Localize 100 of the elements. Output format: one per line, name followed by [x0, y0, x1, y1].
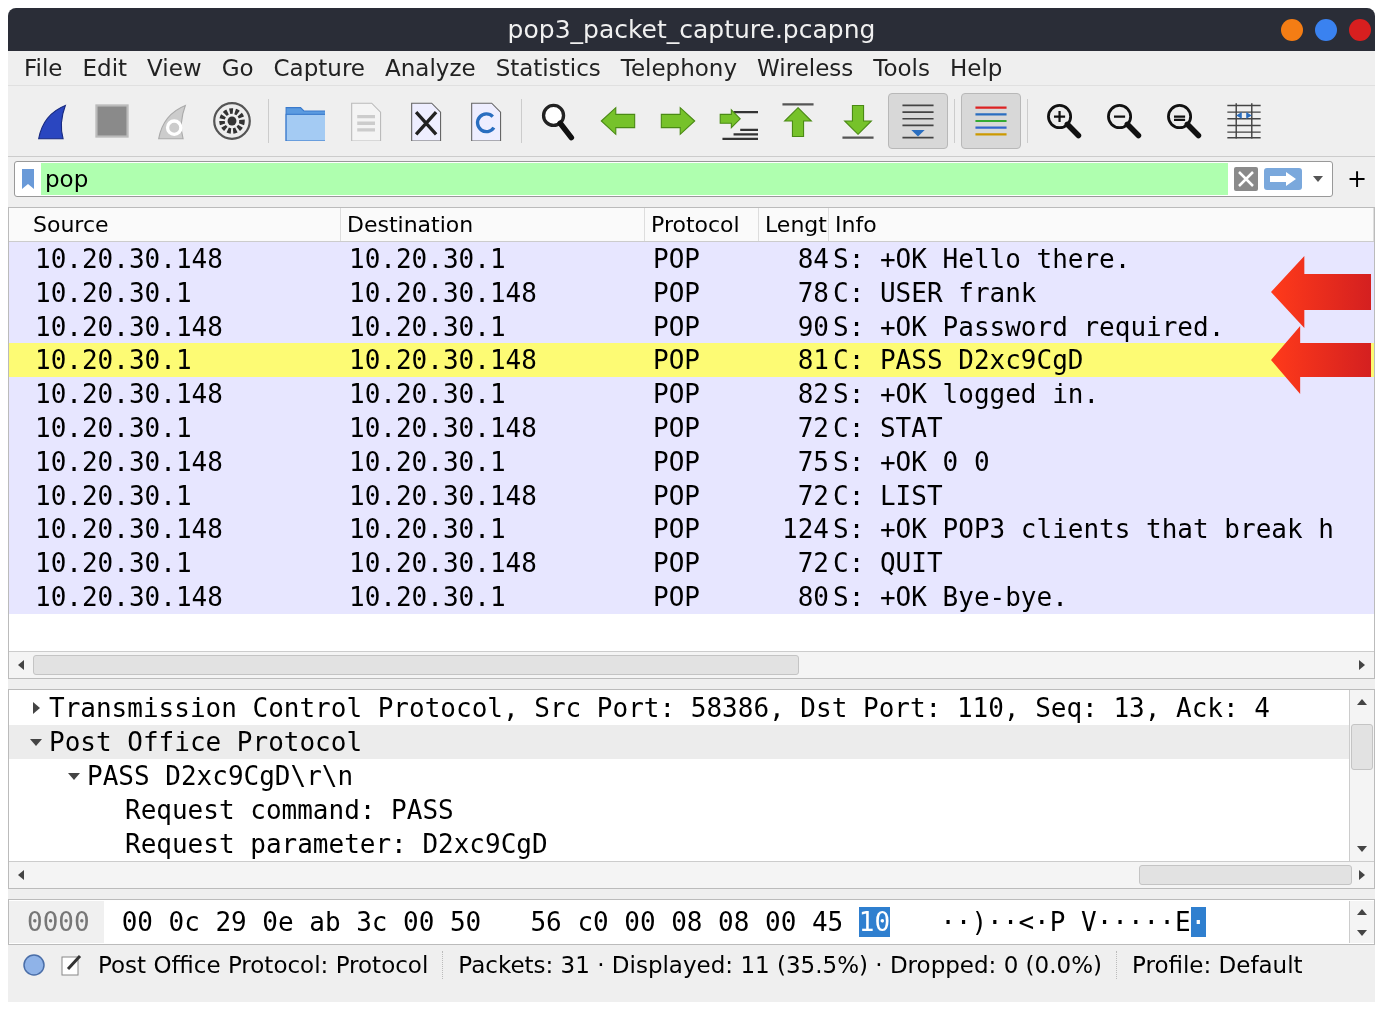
packet-row[interactable]: 10.20.30.148 10.20.30.1 POP 75 S: +OK 0 0 [9, 444, 1374, 479]
tree-row[interactable]: Post Office Protocol [9, 725, 1349, 759]
source-cell-text: 10.20.30.148 [34, 513, 224, 547]
menu-item[interactable]: View [139, 55, 214, 81]
maximize-button[interactable] [1315, 19, 1337, 41]
source-cell-text: 10.20.30.148 [34, 310, 224, 344]
destination-cell-text: 10.20.30.1 [348, 580, 507, 614]
info-cell-text: C: PASS D2xc9CgD [832, 344, 1084, 378]
packet-row[interactable]: 10.20.30.1 10.20.30.148 POP 72 C: LIST [9, 478, 1374, 513]
bookmark-icon[interactable] [21, 168, 35, 190]
menu-item[interactable]: Tools [865, 55, 942, 81]
hex-byte[interactable]: 0e [262, 907, 294, 937]
close-button[interactable] [1349, 19, 1371, 41]
packet-row[interactable]: 10.20.30.148 10.20.30.1 POP 124 S: +OK POP3 clients that break h [9, 512, 1374, 547]
destination-cell-text: 10.20.30.1 [348, 513, 507, 547]
menu-item[interactable]: Help [941, 55, 1015, 81]
protocol-cell-text: POP [652, 445, 701, 479]
packet-row[interactable]: 10.20.30.1 10.20.30.148 POP 81 C: PASS D2xc9CgD [9, 343, 1374, 378]
info-cell-text: C: STAT [832, 412, 943, 445]
tree-item-text: Post Office Protocol [49, 727, 363, 757]
profile-text[interactable]: Profile: Default [1132, 952, 1303, 978]
columns-icon [1224, 101, 1264, 141]
hex-byte[interactable]: 00 [624, 907, 656, 937]
packet-row[interactable]: 10.20.30.148 10.20.30.1 POP 84 S: +OK Hello there. [9, 242, 1374, 276]
protocol-cell-text: POP [652, 378, 701, 412]
destination-cell-text: 10.20.30.1 [348, 378, 507, 412]
tree-item-text: Request command: PASS [125, 795, 454, 825]
hex-byte[interactable]: 08 [718, 907, 750, 937]
hex-byte[interactable]: 08 [671, 907, 703, 937]
length-cell-text: 72 [796, 412, 829, 445]
tree-row[interactable]: Request command: PASS [9, 793, 1349, 827]
hex-byte[interactable]: 29 [215, 907, 247, 937]
zoom-out-icon [1104, 101, 1144, 141]
packet-row[interactable]: 10.20.30.1 10.20.30.148 POP 72 C: STAT [9, 411, 1374, 445]
hex-byte[interactable]: 00 [765, 907, 797, 937]
menu-item[interactable]: Statistics [487, 55, 613, 81]
tree-row[interactable]: PASS D2xc9CgD\r\n [9, 759, 1349, 793]
column-header[interactable]: Info [829, 208, 1374, 241]
tree-row[interactable]: Transmission Control Protocol, Src Port: 58386, Dst Port: 110, Seq: 13, Ack: 4 [9, 691, 1349, 725]
window-title: pop3_packet_capture.pcapng [507, 15, 876, 44]
toolbar-button[interactable] [888, 93, 948, 149]
scrollbar-thumb[interactable] [1139, 865, 1352, 885]
info-cell-text: S: +OK Password required. [832, 310, 1225, 344]
menu-item[interactable]: Analyze [377, 55, 488, 81]
scrollbar-thumb[interactable] [33, 655, 799, 675]
info-cell-text: C: LIST [832, 479, 943, 513]
minimize-button[interactable] [1281, 19, 1303, 41]
length-cell-text: 84 [796, 243, 829, 276]
tree-row[interactable]: Request parameter: D2xc9CgD [9, 827, 1349, 861]
status-field-text: Post Office Protocol: Protocol [98, 952, 429, 978]
column-header[interactable]: Lengt [759, 208, 829, 241]
column-header[interactable]: Destination [341, 208, 645, 241]
display-filter-field[interactable]: pop [14, 161, 1333, 197]
right-triangle-icon [1357, 659, 1367, 671]
stop-icon [92, 101, 132, 141]
clear-icon[interactable] [1234, 167, 1258, 191]
hex-byte[interactable]: 56 [530, 907, 562, 937]
menu-item[interactable]: Edit [74, 55, 140, 81]
hex-byte[interactable]: ab [309, 907, 341, 937]
destination-cell-text: 10.20.30.1 [348, 243, 507, 276]
protocol-cell-text: POP [652, 310, 701, 344]
hex-byte[interactable]: 00 [403, 907, 435, 937]
edit-note-icon[interactable] [60, 953, 84, 977]
protocol-cell-text: POP [652, 276, 701, 310]
tree-item-text: PASS D2xc9CgD\r\n [87, 761, 354, 791]
source-cell-text: 10.20.30.148 [34, 445, 224, 479]
status-circle-icon[interactable] [22, 953, 46, 977]
down-triangle-icon [1356, 927, 1368, 938]
ascii-text[interactable]: · [1190, 907, 1207, 937]
packet-row[interactable]: 10.20.30.148 10.20.30.1 POP 90 S: +OK Password required. [9, 309, 1374, 344]
packet-row[interactable]: 10.20.30.1 10.20.30.148 POP 72 C: QUIT [9, 546, 1374, 580]
info-cell-text: C: USER frank [832, 276, 1037, 310]
destination-cell-text: 10.20.30.1 [348, 310, 507, 344]
hex-byte[interactable]: 10 [858, 907, 891, 937]
hex-byte[interactable]: 50 [449, 907, 482, 937]
dropdown-caret-icon[interactable] [1312, 175, 1324, 183]
scrollbar-thumb[interactable] [1351, 724, 1373, 770]
right-triangle-icon [1357, 869, 1367, 881]
length-cell-text: 75 [796, 445, 829, 479]
hex-byte[interactable]: 3c [356, 907, 388, 937]
add-filter-button[interactable]: + [1345, 165, 1369, 193]
source-cell-text: 10.20.30.1 [34, 479, 193, 513]
menu-item[interactable]: Go [213, 55, 266, 81]
packet-row[interactable]: 10.20.30.148 10.20.30.1 POP 82 S: +OK logged in. [9, 377, 1374, 411]
info-cell-text: S: +OK Bye-bye. [832, 580, 1068, 614]
column-header[interactable]: Source [27, 208, 341, 241]
source-cell-text: 10.20.30.148 [34, 243, 224, 276]
menu-item[interactable]: Telephony [612, 55, 750, 81]
menu-item[interactable]: File [16, 55, 75, 81]
packet-row[interactable]: 10.20.30.148 10.20.30.1 POP 80 S: +OK Bye-bye. [9, 579, 1374, 614]
menu-item[interactable]: Capture [265, 55, 377, 81]
hex-byte[interactable]: 0c [168, 907, 200, 937]
column-header[interactable]: Protocol [645, 208, 759, 241]
ascii-text[interactable]: ··)··<·P V·····E [940, 907, 1191, 937]
protocol-cell-text: POP [652, 513, 701, 547]
hex-byte[interactable]: 45 [811, 907, 844, 937]
hex-byte[interactable]: 00 [121, 907, 153, 937]
hex-byte[interactable]: c0 [577, 907, 609, 937]
menu-item[interactable]: Wireless [749, 55, 866, 81]
source-cell-text: 10.20.30.1 [34, 547, 193, 581]
